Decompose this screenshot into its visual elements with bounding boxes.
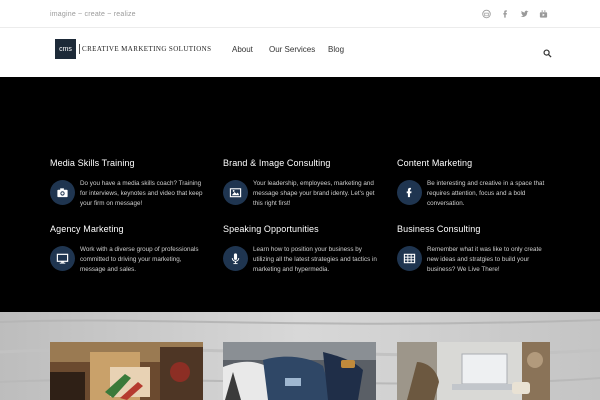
microphone-icon [223, 246, 248, 271]
services-section: Media Skills Training Do you have a medi… [0, 77, 600, 312]
photo-market-stall[interactable] [50, 342, 203, 400]
logo-divider [79, 44, 80, 54]
service-description: Your leadership, employees, marketing an… [253, 180, 375, 207]
tagline: imagine ~ create ~ realize [50, 11, 136, 18]
camera-icon [50, 180, 75, 205]
logo-text: Creative Marketing Solutions [82, 45, 212, 53]
photo-laptop-desk[interactable] [397, 342, 550, 400]
top-bar: imagine ~ create ~ realize [0, 0, 600, 28]
service-description: Learn how to position your business by u… [253, 246, 377, 273]
table-icon [397, 246, 422, 271]
service-title: Media Skills Training [50, 158, 135, 168]
service-description: Do you have a media skills coach? Traini… [80, 180, 203, 207]
facebook-icon [397, 180, 422, 205]
service-business-consulting: Business Consulting Remember what it was… [397, 224, 562, 275]
service-media-skills: Media Skills Training Do you have a medi… [50, 158, 215, 209]
service-agency-marketing: Agency Marketing Work with a diverse gro… [50, 224, 215, 275]
search-icon[interactable] [543, 45, 552, 58]
image-icon [223, 180, 248, 205]
photo-people-laptops[interactable] [223, 342, 376, 400]
site-logo[interactable]: cms Creative Marketing Solutions [55, 39, 211, 59]
nav-about[interactable]: About [232, 45, 253, 54]
service-description: Work with a diverse group of professiona… [80, 246, 199, 273]
service-brand-image: Brand & Image Consulting Your leadership… [223, 158, 388, 209]
logo-mark: cms [55, 39, 76, 59]
twitter-icon[interactable] [520, 9, 529, 19]
service-title: Speaking Opportunities [223, 224, 319, 234]
service-title: Agency Marketing [50, 224, 124, 234]
service-description: Be interesting and creative in a space t… [427, 180, 545, 207]
service-content-marketing: Content Marketing Be interesting and cre… [397, 158, 562, 209]
social-links [482, 9, 548, 19]
service-title: Business Consulting [397, 224, 481, 234]
service-speaking: Speaking Opportunities Learn how to posi… [223, 224, 388, 275]
nav-our-services[interactable]: Our Services [269, 45, 315, 54]
facebook-icon[interactable] [501, 9, 510, 19]
site-header: cms Creative Marketing Solutions About O… [0, 28, 600, 77]
service-title: Brand & Image Consulting [223, 158, 331, 168]
service-description: Remember what it was like to only create… [427, 246, 542, 273]
monitor-icon [50, 246, 75, 271]
service-title: Content Marketing [397, 158, 473, 168]
envelope-icon[interactable] [482, 9, 491, 19]
portfolio-section [0, 312, 600, 400]
nav-blog[interactable]: Blog [328, 45, 344, 54]
youtube-icon[interactable] [539, 9, 548, 19]
